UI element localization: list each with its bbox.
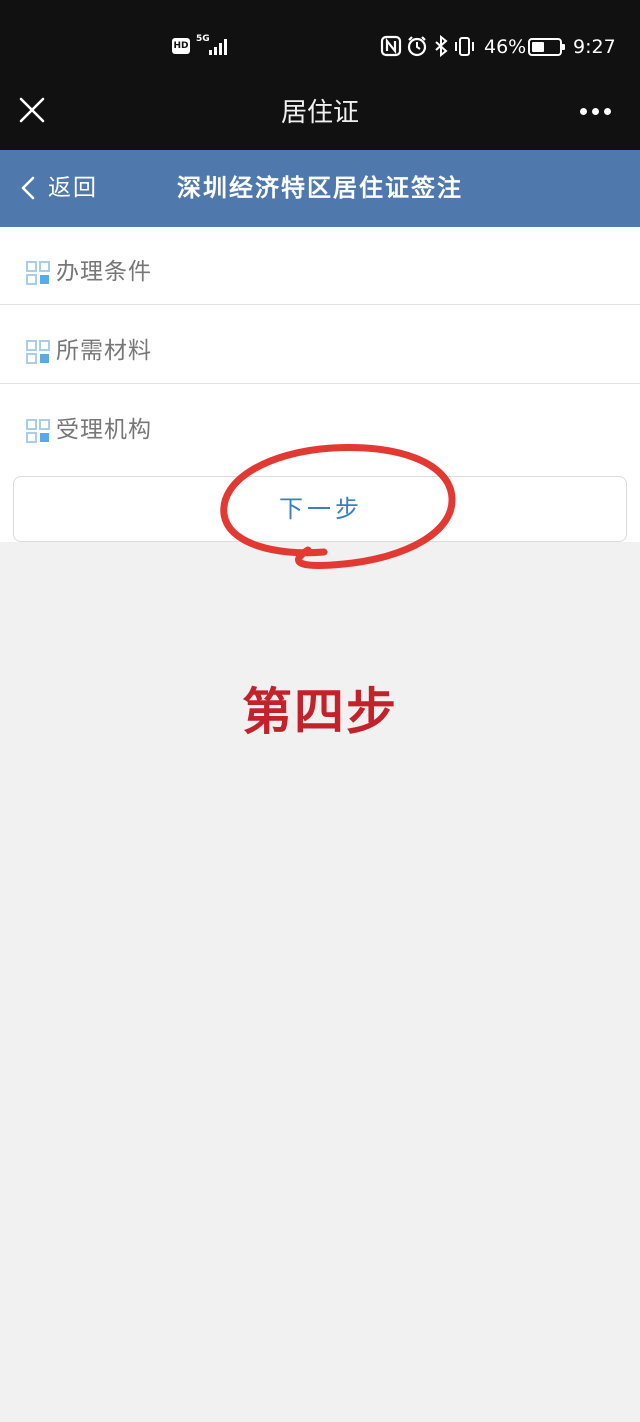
page-title: 深圳经济特区居住证签注 (177, 174, 463, 202)
hd-badge: HD (172, 38, 190, 54)
page-header: 返回 深圳经济特区居住证签注 (0, 150, 640, 227)
bluetooth-icon (435, 34, 448, 58)
battery-percent: 46% (484, 36, 527, 58)
status-bar: HD 5G 46% 9:27 (0, 0, 640, 76)
signal-icon (209, 39, 227, 55)
more-icon[interactable] (580, 108, 612, 116)
chevron-left-icon (21, 176, 35, 200)
status-icons (380, 34, 474, 58)
menu-item-agency[interactable]: 受理机构 (0, 385, 640, 463)
step-annotation: 第四步 (242, 683, 398, 741)
vibrate-icon (455, 37, 474, 56)
battery-icon (528, 38, 565, 56)
clock: 9:27 (573, 36, 616, 58)
alarm-icon (407, 36, 427, 57)
grid-icon (26, 261, 50, 285)
menu-item-conditions[interactable]: 办理条件 (0, 227, 640, 305)
grid-icon (26, 419, 50, 443)
menu-item-label: 办理条件 (56, 259, 152, 285)
next-step-label: 下一步 (279, 495, 363, 523)
grid-icon (26, 340, 50, 364)
menu-item-materials[interactable]: 所需材料 (0, 306, 640, 384)
webview-title-bar: 居住证 (0, 76, 640, 150)
nfc-icon (380, 35, 402, 57)
back-button[interactable]: 返回 (16, 170, 116, 206)
content-panel: 办理条件 所需材料 受理机构 下一步 (0, 227, 640, 542)
back-label: 返回 (48, 175, 98, 201)
menu-item-label: 所需材料 (56, 338, 152, 364)
next-step-button[interactable]: 下一步 (13, 476, 627, 542)
close-icon[interactable] (18, 96, 46, 124)
menu-item-label: 受理机构 (56, 417, 152, 443)
webview-title: 居住证 (280, 98, 359, 128)
